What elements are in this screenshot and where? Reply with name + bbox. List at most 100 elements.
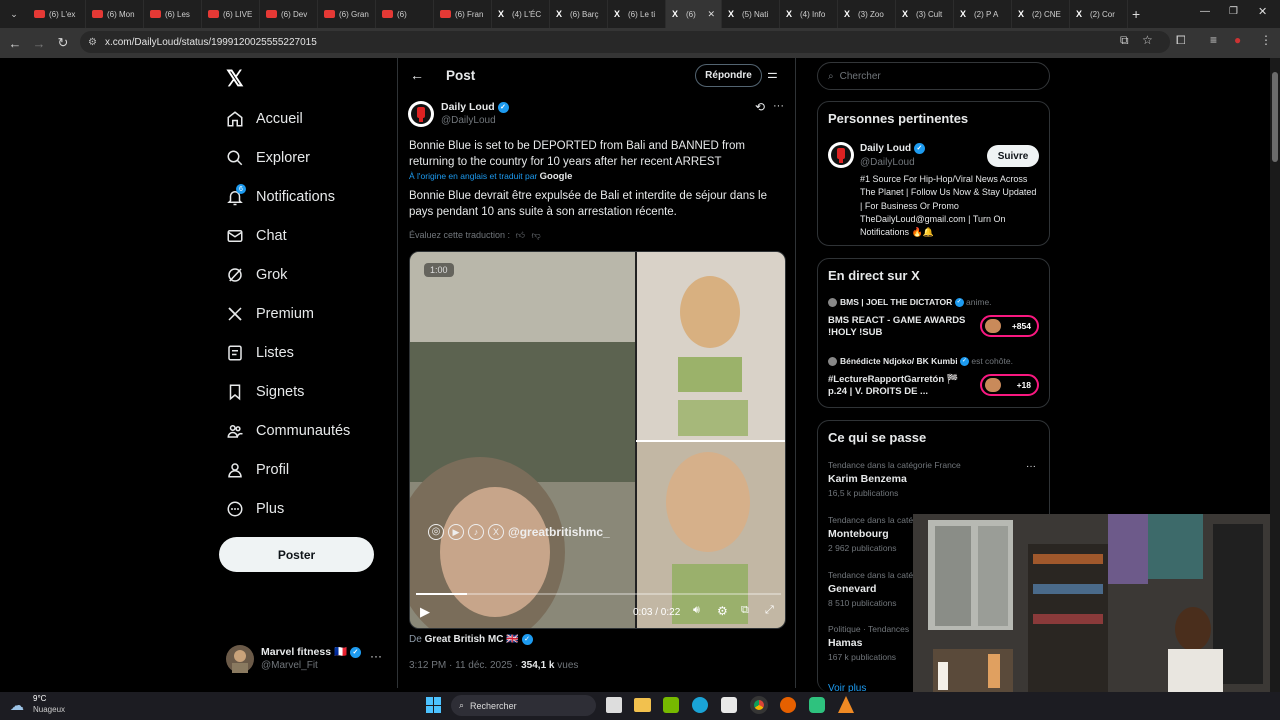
nav-item-communautés[interactable]: Communautés: [226, 416, 350, 446]
window-minimize-icon[interactable]: —: [1200, 6, 1210, 17]
extensions-icon[interactable]: ⧠: [1176, 33, 1186, 48]
more-dots-icon[interactable]: ···: [370, 649, 382, 663]
browser-tab[interactable]: X (2) CNE: [1012, 0, 1070, 28]
browser-tab[interactable]: X (4) L'ÉC: [492, 0, 550, 28]
edge-icon[interactable]: [692, 697, 708, 713]
tab-search-chevron-icon[interactable]: ⌄: [0, 2, 28, 26]
relevant-name[interactable]: Daily Loud: [860, 143, 911, 154]
account-switcher[interactable]: Marvel fitness 🇫🇷 ✓ @Marvel_Fit ···: [226, 643, 386, 675]
browser-tab[interactable]: X (2) Cor: [1070, 0, 1128, 28]
chrome-icon[interactable]: [750, 696, 768, 714]
back-arrow-icon[interactable]: ←: [410, 67, 424, 83]
nav-item-accueil[interactable]: Accueil: [226, 104, 303, 134]
nav-item-explorer[interactable]: Explorer: [226, 143, 310, 173]
relevant-avatar[interactable]: [828, 142, 854, 168]
browser-tab[interactable]: (6) Dev: [260, 0, 318, 28]
reload-icon[interactable]: ↻: [51, 31, 75, 55]
browser-tab[interactable]: X (6) ✕: [666, 0, 722, 28]
tweet-text-translated: Bonnie Blue devrait être expulsée de Bal…: [409, 190, 768, 218]
nav-item-signets[interactable]: Signets: [226, 377, 304, 407]
thumbs-up-icon[interactable]: 👍︎: [516, 230, 525, 240]
browser-tab[interactable]: (6): [376, 0, 434, 28]
x-logo-icon[interactable]: 𝕏: [226, 66, 244, 92]
nav-item-grok[interactable]: Grok: [226, 260, 287, 290]
browser-tab[interactable]: X (5) Nati: [722, 0, 780, 28]
site-info-icon[interactable]: ⚙: [88, 37, 97, 48]
address-bar[interactable]: ⚙ x.com/DailyLoud/status/199912002555522…: [80, 31, 1170, 53]
forward-icon[interactable]: →: [27, 31, 51, 55]
author-name[interactable]: Daily Loud: [441, 101, 495, 113]
page-scrollbar[interactable]: [1270, 58, 1280, 692]
play-button-icon[interactable]: ▶: [420, 604, 430, 620]
browser-tab[interactable]: (6) L'ex: [28, 0, 86, 28]
media-controls-icon[interactable]: ≡: [1210, 33, 1217, 47]
taskbar-search[interactable]: ⌕ Rechercher: [451, 695, 596, 716]
browser-tab[interactable]: (6) LIVE: [202, 0, 260, 28]
browser-tab[interactable]: (6) Fran: [434, 0, 492, 28]
store-icon[interactable]: [721, 697, 737, 713]
browser-tab[interactable]: (6) Les: [144, 0, 202, 28]
thumbs-down-icon[interactable]: 👎︎: [532, 230, 541, 240]
browser-tab[interactable]: X (2) P A: [954, 0, 1012, 28]
video-progress-track[interactable]: [416, 593, 781, 595]
windows-start-icon[interactable]: [426, 697, 442, 713]
profile-icon[interactable]: ●: [1234, 33, 1241, 47]
pip-icon[interactable]: ⧉: [741, 604, 749, 617]
nav-item-premium[interactable]: Premium: [226, 299, 314, 329]
follow-button[interactable]: Suivre: [987, 145, 1039, 167]
url-text[interactable]: x.com/DailyLoud/status/19991200255552270…: [105, 37, 317, 48]
browser-tab[interactable]: X (6) Le ti: [608, 0, 666, 28]
firefox-icon[interactable]: [780, 697, 796, 713]
settings-gear-icon[interactable]: ⚙: [717, 604, 728, 618]
nav-item-profil[interactable]: Profil: [226, 455, 289, 485]
translation-note[interactable]: À l'origine en anglais et traduit par: [409, 171, 537, 181]
volume-icon[interactable]: 🔊︎: [693, 604, 700, 617]
search-input[interactable]: ⌕ Chercher: [817, 62, 1050, 90]
browser-tab[interactable]: X (6) Barç: [550, 0, 608, 28]
window-restore-icon[interactable]: ❐: [1229, 6, 1238, 17]
browser-tab[interactable]: (6) Gran: [318, 0, 376, 28]
browser-tab[interactable]: X (3) Zoo: [838, 0, 896, 28]
relevant-handle[interactable]: @DailyLoud: [860, 157, 915, 168]
vlc-icon[interactable]: [838, 696, 854, 713]
live-item[interactable]: Bénédicte Ndjoko/ BK Kumbi ✓ est cohôte.…: [828, 356, 1041, 406]
video-player[interactable]: 1:00 ◎ ▶ ♪ X @greatbritishmc_ ▶ 0:03 / 0…: [409, 251, 786, 629]
trend-more-icon[interactable]: ···: [1026, 461, 1036, 472]
filter-sliders-icon[interactable]: ⚌: [767, 67, 778, 81]
nav-item-notifications[interactable]: 6 Notifications: [226, 182, 335, 212]
nav-item-chat[interactable]: Chat: [226, 221, 287, 251]
install-app-icon[interactable]: ⧉: [1120, 33, 1129, 48]
close-tab-icon[interactable]: ✕: [707, 9, 715, 20]
rate-translation-label: Évaluez cette traduction :: [409, 230, 511, 240]
author-avatar[interactable]: [408, 101, 434, 127]
browser-menu-icon[interactable]: ⋮: [1260, 33, 1272, 47]
new-tab-button[interactable]: +: [1132, 6, 1140, 22]
tab-label: (6) Gran: [339, 9, 369, 19]
author-handle[interactable]: @DailyLoud: [441, 115, 496, 126]
bookmark-star-icon[interactable]: ☆: [1142, 33, 1153, 47]
post-more-icon[interactable]: ···: [773, 100, 784, 112]
nvidia-icon[interactable]: [663, 697, 679, 713]
browser-tab[interactable]: X (4) Info: [780, 0, 838, 28]
task-view-icon[interactable]: [606, 697, 622, 713]
fullscreen-icon[interactable]: ⤢: [765, 604, 774, 617]
nav-item-listes[interactable]: Listes: [226, 338, 294, 368]
post-timestamp[interactable]: 3:12 PM · 11 déc. 2025 ·: [409, 660, 521, 671]
grok-icon[interactable]: ⟲: [755, 100, 765, 114]
browser-tab[interactable]: X (3) Cult: [896, 0, 954, 28]
reply-button[interactable]: Répondre: [695, 64, 762, 87]
post-button[interactable]: Poster: [219, 537, 374, 572]
live-item[interactable]: BMS | JOEL THE DICTATOR ✓ anime. BMS REAC…: [828, 297, 1041, 347]
browser-tab[interactable]: (6) Mon: [86, 0, 144, 28]
scrollbar-thumb[interactable]: [1272, 72, 1278, 162]
file-explorer-icon[interactable]: [634, 698, 651, 712]
video-source[interactable]: Great British MC 🇬🇧: [425, 634, 519, 645]
app-icon[interactable]: [809, 697, 825, 713]
window-close-icon[interactable]: ✕: [1258, 5, 1267, 18]
weather-cloud-icon[interactable]: ☁: [10, 697, 24, 714]
video-time: 0:03 / 0:22: [633, 607, 681, 618]
back-icon[interactable]: ←: [3, 31, 27, 55]
trend-item[interactable]: Tendance dans la catégorie France Karim B…: [828, 460, 1018, 498]
nav-item-plus[interactable]: Plus: [226, 494, 284, 524]
host-avatar: [828, 298, 837, 308]
